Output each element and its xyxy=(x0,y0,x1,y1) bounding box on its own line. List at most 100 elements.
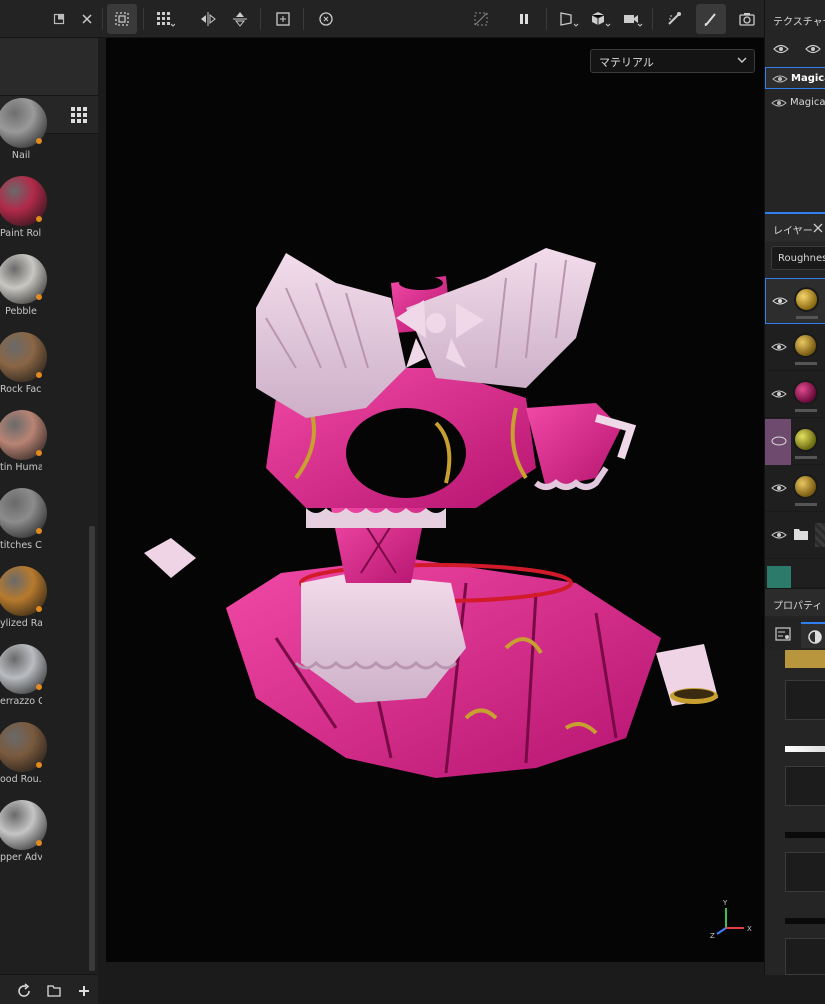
color-swatch[interactable] xyxy=(785,650,825,668)
material-label: Rock Face xyxy=(0,384,42,395)
material-label: ylized Ra... xyxy=(0,618,42,629)
3d-viewport[interactable]: Y X Z マテリアル xyxy=(106,38,764,962)
texture-set-item[interactable]: Magica xyxy=(765,67,825,89)
material-tab[interactable] xyxy=(801,622,825,648)
material-label: errazzo C... xyxy=(0,696,42,707)
eye-closed-icon[interactable] xyxy=(771,436,787,446)
substance-badge-icon xyxy=(36,684,42,690)
properties-tab[interactable]: プロパティ - xyxy=(765,588,825,616)
substance-badge-icon xyxy=(36,216,42,222)
perspective-icon[interactable] xyxy=(554,4,584,34)
layer-stack xyxy=(765,278,825,588)
close-panel-icon[interactable] xyxy=(72,4,102,34)
frame-select-icon[interactable] xyxy=(107,4,137,34)
eye-settings-icon[interactable] xyxy=(773,43,789,55)
material-item[interactable]: errazzo C... xyxy=(0,644,98,722)
mirror-y-icon[interactable] xyxy=(225,4,255,34)
substance-badge-icon xyxy=(36,762,42,768)
undock-icon[interactable] xyxy=(44,4,74,34)
paint-brush-icon[interactable] xyxy=(696,4,726,34)
eye-icon[interactable] xyxy=(772,74,788,84)
layer-item[interactable] xyxy=(765,278,825,324)
material-item[interactable]: titches Cr... xyxy=(0,488,98,566)
texture-set-item[interactable]: Magica xyxy=(765,92,825,114)
visibility-icon[interactable] xyxy=(805,43,821,55)
eye-icon[interactable] xyxy=(772,296,788,306)
slider-track[interactable] xyxy=(785,918,825,924)
shelf-footer xyxy=(0,974,98,1004)
layer-item[interactable] xyxy=(765,325,825,371)
focus-icon[interactable] xyxy=(268,4,298,34)
viewport-mode-dropdown[interactable]: マテリアル xyxy=(590,49,755,73)
channel-dropdown[interactable]: Roughnes xyxy=(771,246,825,270)
material-item[interactable]: Nail xyxy=(0,98,98,176)
material-item[interactable]: Paint Roll xyxy=(0,176,98,254)
property-slot[interactable] xyxy=(785,938,825,975)
dress-model[interactable]: Y X Z xyxy=(106,38,764,962)
eye-icon[interactable] xyxy=(771,483,787,493)
material-item[interactable]: ood Rou... xyxy=(0,722,98,800)
display-cube-icon[interactable] xyxy=(586,4,616,34)
folder-icon[interactable] xyxy=(46,983,62,999)
substance-badge-icon xyxy=(36,450,42,456)
reset-view-icon[interactable] xyxy=(311,4,341,34)
layer-item[interactable] xyxy=(765,372,825,418)
sphere-icon xyxy=(808,630,822,644)
svg-text:Y: Y xyxy=(722,899,728,907)
material-item[interactable]: tin Huma... xyxy=(0,410,98,488)
hide-overlay-icon[interactable] xyxy=(466,4,496,34)
substance-badge-icon xyxy=(36,528,42,534)
layer-thumbnail xyxy=(794,287,819,312)
material-item[interactable]: Rock Face xyxy=(0,332,98,410)
layer-thumbnail xyxy=(793,333,818,358)
layer-folder-item[interactable] xyxy=(765,513,825,559)
svg-text:Z: Z xyxy=(710,932,715,940)
grid-snap-icon[interactable] xyxy=(150,4,180,34)
shelf-scrollbar[interactable] xyxy=(89,526,95,971)
material-item[interactable]: pper Adv... xyxy=(0,800,98,878)
texture-set-label: Magica xyxy=(790,97,825,108)
right-panel: テクスチャセッ Magica Magica レイヤー Roughnes xyxy=(764,0,825,975)
texture-set-title: テクスチャセッ xyxy=(773,17,825,28)
channel-value: Roughnes xyxy=(778,253,825,264)
material-label: Nail xyxy=(11,150,31,161)
top-toolbar xyxy=(0,0,825,38)
material-label: ood Rou... xyxy=(0,774,42,785)
property-slot[interactable] xyxy=(785,852,825,892)
screenshot-icon[interactable] xyxy=(732,4,762,34)
eye-icon[interactable] xyxy=(771,342,787,352)
axis-gizmo: Y X Z xyxy=(710,899,752,940)
substance-badge-icon xyxy=(36,138,42,144)
layers-title: レイヤー xyxy=(773,226,813,237)
slider-track[interactable] xyxy=(785,746,825,752)
bake-tool-icon[interactable] xyxy=(660,4,690,34)
layer-item[interactable] xyxy=(765,560,825,588)
layer-thumbnail xyxy=(793,474,818,499)
material-item[interactable]: ylized Ra... xyxy=(0,566,98,644)
shelf-header xyxy=(0,38,98,96)
viewport-mode-value: マテリアル xyxy=(599,56,654,69)
substance-badge-icon xyxy=(36,294,42,300)
mirror-x-icon[interactable] xyxy=(193,4,223,34)
eye-icon[interactable] xyxy=(771,389,787,399)
shelf-panel: Nail Paint Roll Pebble Rock Face tin Huma...… xyxy=(0,38,98,1004)
layers-tab[interactable]: レイヤー xyxy=(765,214,825,242)
close-icon[interactable] xyxy=(813,223,823,233)
pause-icon[interactable] xyxy=(509,4,539,34)
add-icon[interactable] xyxy=(76,983,92,999)
material-label: tin Huma... xyxy=(0,462,42,473)
camera-video-icon[interactable] xyxy=(618,4,648,34)
layer-thumbnail xyxy=(793,380,818,405)
eye-icon[interactable] xyxy=(771,530,787,540)
layer-item[interactable] xyxy=(765,466,825,512)
material-label: titches Cr... xyxy=(0,540,42,551)
properties-title: プロパティ - xyxy=(773,601,825,612)
material-item[interactable]: Pebble xyxy=(0,254,98,332)
layer-item[interactable] xyxy=(765,419,825,465)
refresh-icon[interactable] xyxy=(16,983,32,999)
property-slot[interactable] xyxy=(785,680,825,720)
property-slot[interactable] xyxy=(785,766,825,806)
slider-track[interactable] xyxy=(785,832,825,838)
eye-icon[interactable] xyxy=(771,98,787,108)
settings-list-icon[interactable] xyxy=(775,627,791,641)
